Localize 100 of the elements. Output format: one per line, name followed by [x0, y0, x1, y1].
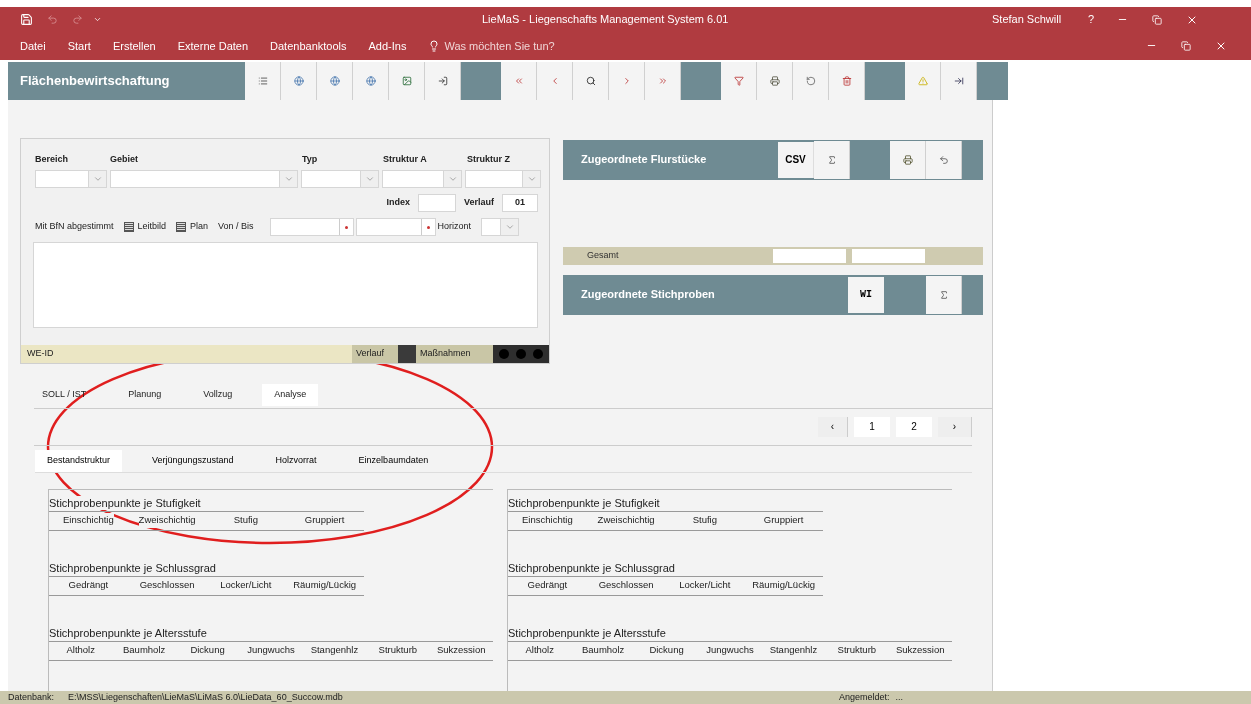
- status-label: Angemeldet:: [838, 690, 890, 704]
- toolbar-button[interactable]: [941, 61, 977, 100]
- menu-item[interactable]: Start: [67, 37, 91, 55]
- page-button[interactable]: 1: [854, 416, 890, 437]
- chevron-down-icon: [526, 174, 537, 184]
- toolbar-button[interactable]: [537, 61, 573, 100]
- column-header: Zweischichtig: [138, 513, 196, 528]
- toolbar-icon: [733, 75, 744, 86]
- column-header: Einschichtig: [522, 513, 573, 528]
- tell-me-field[interactable]: Was möchten Sie tun?: [444, 37, 555, 55]
- total-label: Gesamt: [586, 248, 620, 262]
- index-field[interactable]: [418, 194, 456, 212]
- tab[interactable]: SOLL / IST: [30, 383, 99, 406]
- toolbar-button[interactable]: [609, 61, 645, 100]
- we-id-label: WE-ID: [27, 346, 55, 360]
- dropdown-field[interactable]: [35, 170, 107, 188]
- column-header: Dickung: [649, 643, 684, 658]
- toolbar-icon: [953, 75, 964, 86]
- date-field[interactable]: [355, 218, 436, 236]
- toolbar-button[interactable]: [501, 61, 537, 100]
- toolbar-button[interactable]: [245, 61, 281, 100]
- previous-page-button[interactable]: ‹: [818, 416, 848, 437]
- restore-icon[interactable]: [1181, 40, 1191, 51]
- login-value: ...: [895, 690, 903, 704]
- column-header: Stufig: [692, 513, 717, 528]
- dropdown-field[interactable]: [301, 170, 379, 188]
- subtab[interactable]: Einzelbaumdaten: [346, 449, 441, 472]
- save-icon[interactable]: [20, 13, 33, 27]
- toolbar-button[interactable]: [573, 61, 609, 100]
- subtab[interactable]: Verjüngungszustand: [140, 449, 246, 472]
- column-header: Zweischichtig: [597, 513, 655, 528]
- toolbar-button[interactable]: [829, 61, 865, 100]
- undo-icon[interactable]: [47, 14, 58, 26]
- toolbar-button[interactable]: [645, 61, 681, 100]
- toolbar-button[interactable]: [389, 61, 425, 100]
- menu-item[interactable]: Datei: [20, 37, 46, 55]
- toolbar-icon: [657, 75, 668, 86]
- chevron-down-icon: [283, 174, 294, 184]
- toolbar-button[interactable]: [814, 140, 850, 179]
- toolbar-icon: [329, 75, 340, 86]
- column-header: Räumig/Lückig: [293, 578, 357, 593]
- date-field[interactable]: [269, 218, 354, 236]
- toolbar-button[interactable]: [721, 61, 757, 100]
- chevron-down-icon: [447, 174, 458, 184]
- toolbar-icon: [938, 289, 949, 300]
- next-page-button[interactable]: ›: [938, 416, 972, 437]
- dropdown-field[interactable]: [110, 170, 298, 188]
- toolbar-icon: [513, 75, 524, 86]
- status-dots-drawing: [493, 344, 549, 363]
- subtab[interactable]: Holzvorrat: [263, 449, 329, 472]
- restore-icon[interactable]: [1152, 14, 1163, 25]
- subtab[interactable]: Bestandstruktur: [35, 449, 123, 472]
- lightbulb-icon: [428, 39, 441, 52]
- checkbox[interactable]: [123, 222, 134, 232]
- wi-button[interactable]: WI: [848, 276, 884, 313]
- color-swatch: [398, 344, 416, 363]
- column-header: Dickung: [190, 643, 225, 658]
- column-header: Gedrängt: [527, 578, 568, 593]
- calendar-dot-icon[interactable]: [344, 225, 348, 229]
- help-button[interactable]: ?: [1081, 11, 1102, 28]
- toolbar-icon: [401, 75, 412, 86]
- massnahmen-label: Maßnahmen: [416, 344, 493, 363]
- field-label: Struktur A: [383, 152, 428, 166]
- column-header: Stangenhlz: [310, 643, 359, 658]
- tab[interactable]: Analyse: [262, 383, 319, 406]
- checkbox-label: Leitbild: [137, 220, 167, 234]
- toolbar-button[interactable]: [793, 61, 829, 100]
- calendar-dot-icon[interactable]: [426, 225, 430, 229]
- menu-item[interactable]: Add-Ins: [368, 37, 407, 55]
- menu-item[interactable]: Externe Daten: [177, 37, 249, 55]
- tab[interactable]: Planung: [116, 383, 174, 406]
- toolbar-button[interactable]: [926, 140, 962, 179]
- menu-item[interactable]: Erstellen: [112, 37, 156, 55]
- column-header: Gruppiert: [763, 513, 804, 528]
- redo-icon[interactable]: [72, 14, 83, 26]
- toolbar-button[interactable]: [890, 140, 926, 179]
- dropdown-field[interactable]: [382, 170, 462, 188]
- status-label: Datenbank:: [8, 690, 56, 704]
- notes-field[interactable]: [33, 242, 538, 328]
- toolbar-button[interactable]: [317, 61, 353, 100]
- toolbar-button[interactable]: [926, 275, 962, 314]
- checkbox[interactable]: [176, 222, 187, 232]
- menu-item[interactable]: Datenbanktools: [270, 37, 347, 55]
- toolbar-button[interactable]: [757, 61, 793, 100]
- page-button[interactable]: 2: [896, 416, 932, 437]
- csv-button[interactable]: CSV: [778, 141, 814, 178]
- toolbar-button[interactable]: [905, 61, 941, 100]
- field-label: Verlauf: [464, 196, 494, 210]
- dropdown-field[interactable]: [481, 218, 520, 236]
- toolbar-icon: [437, 75, 448, 86]
- toolbar-icon: [938, 154, 949, 165]
- dropdown-field[interactable]: [465, 170, 541, 188]
- toolbar-icon: [902, 154, 913, 165]
- toolbar-button[interactable]: [425, 61, 461, 100]
- toolbar-icon: [293, 75, 304, 86]
- toolbar-button[interactable]: [353, 61, 389, 100]
- field-label: Struktur Z: [467, 152, 510, 166]
- verlauf-field[interactable]: 01: [502, 194, 538, 212]
- toolbar-button[interactable]: [281, 61, 317, 100]
- tab[interactable]: Vollzug: [191, 383, 245, 406]
